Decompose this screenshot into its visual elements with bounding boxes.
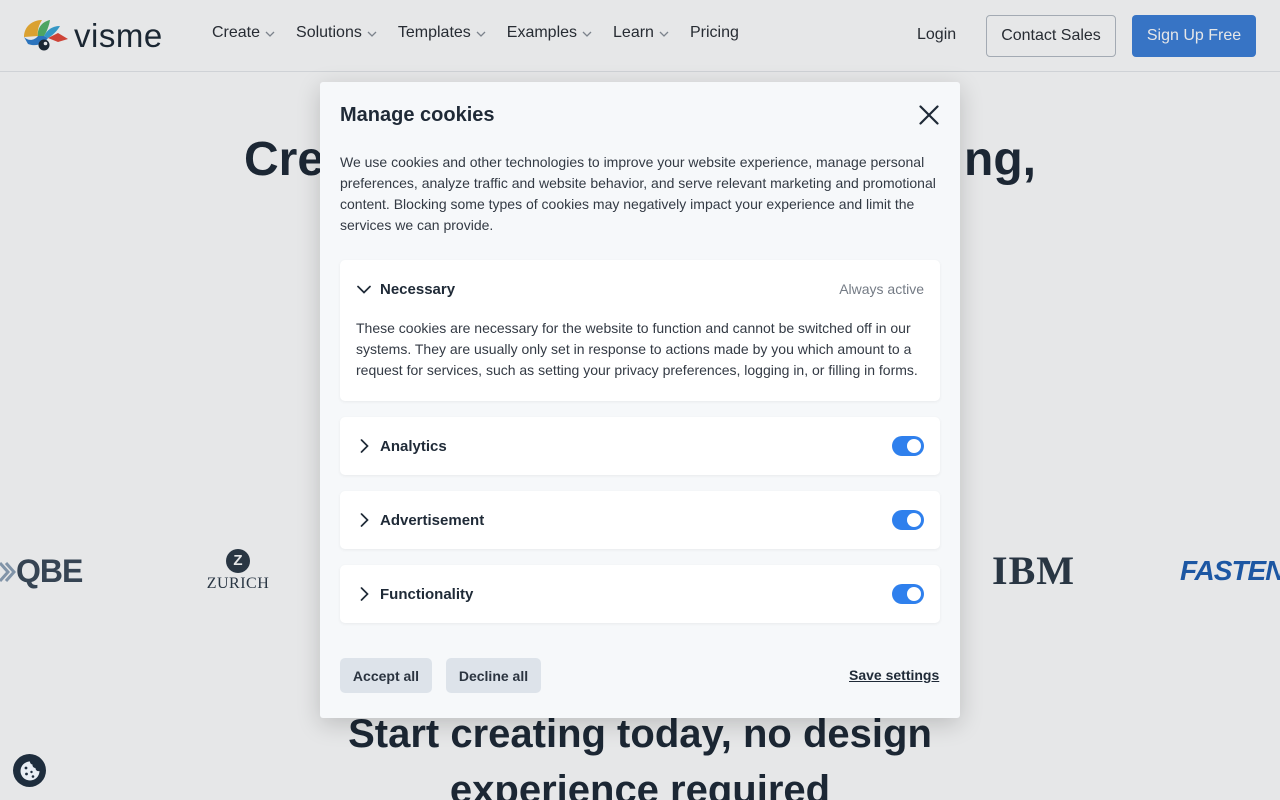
dialog-description: We use cookies and other technologies to… — [340, 154, 936, 233]
category-header-functionality[interactable]: Functionality — [340, 565, 940, 623]
dialog-title: Manage cookies — [340, 104, 495, 126]
category-header-advertisement[interactable]: Advertisement — [340, 491, 940, 549]
toggle-knob — [907, 439, 921, 453]
save-settings-link[interactable]: Save settings — [849, 667, 939, 683]
close-button[interactable] — [914, 100, 944, 130]
category-header-analytics[interactable]: Analytics — [340, 417, 940, 475]
cookie-category-functionality: Functionality — [340, 565, 940, 623]
chevron-down-icon — [356, 281, 372, 297]
toggle-knob — [907, 513, 921, 527]
chevron-right-icon — [356, 512, 372, 528]
category-description: These cookies are necessary for the webs… — [356, 320, 918, 378]
cookie-category-necessary: Necessary Always active These cookies ar… — [340, 260, 940, 401]
chevron-right-icon — [356, 586, 372, 602]
category-label: Necessary — [380, 280, 456, 298]
category-label: Advertisement — [380, 511, 485, 529]
close-icon — [919, 105, 939, 125]
category-label: Analytics — [380, 437, 447, 455]
always-active-label: Always active — [839, 281, 924, 297]
analytics-toggle[interactable] — [892, 436, 924, 456]
cookie-category-advertisement: Advertisement — [340, 491, 940, 549]
decline-all-button[interactable]: Decline all — [446, 658, 541, 693]
category-label: Functionality — [380, 585, 474, 603]
cookie-icon — [20, 761, 39, 780]
toggle-knob — [907, 587, 921, 601]
manage-cookies-dialog: Manage cookies We use cookies and other … — [320, 82, 960, 718]
functionality-toggle[interactable] — [892, 584, 924, 604]
advertisement-toggle[interactable] — [892, 510, 924, 530]
category-header-necessary[interactable]: Necessary Always active — [340, 260, 940, 318]
cookie-settings-button[interactable] — [13, 754, 46, 787]
accept-all-button[interactable]: Accept all — [340, 658, 432, 693]
chevron-right-icon — [356, 438, 372, 454]
cookie-category-analytics: Analytics — [340, 417, 940, 475]
